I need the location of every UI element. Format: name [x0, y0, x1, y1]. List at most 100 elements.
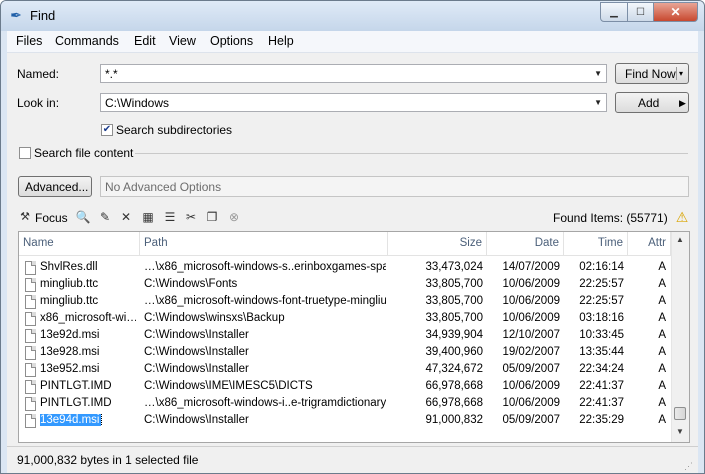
table-row[interactable]: 13e92d.msi C:\Windows\Installer 34,939,904… — [19, 328, 671, 345]
maximize-button[interactable]: ☐ — [628, 2, 654, 22]
find-now-dropdown-icon[interactable]: ▾ — [679, 69, 683, 78]
cut-icon[interactable]: ✂ — [183, 209, 199, 225]
look-in-label: Look in: — [17, 96, 60, 110]
results-list[interactable]: Name Path Size Date Time Attr ShvlRes.dl… — [18, 231, 690, 443]
cell-date: 05/09/2007 — [502, 363, 560, 375]
file-icon — [25, 261, 36, 275]
column-attr[interactable]: Attr — [628, 232, 671, 255]
file-icon — [25, 346, 36, 360]
vertical-scrollbar[interactable]: ▲ ▼ — [671, 232, 689, 442]
status-text: 91,000,832 bytes in 1 selected file — [17, 453, 199, 467]
found-items-count: Found Items: (55771) — [553, 211, 668, 225]
checkmark-icon: ✔ — [102, 124, 112, 135]
cell-path: C:\Windows\Installer — [144, 363, 249, 375]
scroll-up-icon[interactable]: ▲ — [676, 235, 684, 244]
add-button[interactable]: Add ▶ — [615, 92, 689, 113]
status-bar: 91,000,832 bytes in 1 selected file ⋰ — [7, 446, 698, 473]
table-row[interactable]: x86_microsoft-wi… C:\Windows\winsxs\Backu… — [19, 311, 671, 328]
look-in-combo[interactable]: C:\Windows ▼ — [100, 93, 607, 112]
cell-size: 34,939,904 — [425, 329, 483, 341]
menu-edit[interactable]: Edit — [134, 34, 156, 48]
search-file-content-label[interactable]: Search file content — [34, 146, 133, 160]
copy-icon[interactable]: ❐ — [204, 209, 220, 225]
cell-size: 33,805,700 — [425, 312, 483, 324]
named-combo[interactable]: *.* ▼ — [100, 64, 607, 83]
table-row[interactable]: ShvlRes.dll …\x86_microsoft-windows-s..er… — [19, 260, 671, 277]
list-header: Name Path Size Date Time Attr — [19, 232, 671, 256]
results-toolbar: ⚒ Focus 🔍 ✎ ✕ ▦ ☰ ✂ ❐ ⊗ Found Items: (55… — [13, 207, 692, 229]
menu-view[interactable]: View — [169, 34, 196, 48]
cell-date: 05/09/2007 — [502, 414, 560, 426]
file-icon — [25, 380, 36, 394]
cell-time: 22:41:37 — [579, 380, 624, 392]
menu-files[interactable]: Files — [16, 34, 42, 48]
column-date[interactable]: Date — [487, 232, 564, 255]
cell-path: C:\Windows\winsxs\Backup — [144, 312, 285, 324]
advanced-button[interactable]: Advanced... — [18, 176, 92, 197]
table-row[interactable]: mingliub.ttc …\x86_microsoft-windows-font… — [19, 294, 671, 311]
scroll-thumb[interactable] — [674, 407, 686, 420]
cell-date: 10/06/2009 — [502, 312, 560, 324]
edit-icon[interactable]: ✎ — [97, 209, 113, 225]
table-row[interactable]: PINTLGT.IMD …\x86_microsoft-windows-i..e-… — [19, 396, 671, 413]
properties-icon[interactable]: ☰ — [162, 209, 178, 225]
minimize-button[interactable]: ▁ — [600, 2, 628, 22]
named-label: Named: — [17, 67, 60, 81]
cell-size: 66,978,668 — [425, 397, 483, 409]
cell-size: 39,400,960 — [425, 346, 483, 358]
menu-help[interactable]: Help — [268, 34, 294, 48]
table-row[interactable]: 13e952.msi C:\Windows\Installer 47,324,672… — [19, 362, 671, 379]
cell-attr: A — [658, 363, 666, 375]
search-subdirectories-checkbox[interactable]: ✔ — [101, 124, 113, 136]
stop-icon[interactable]: ⊗ — [226, 209, 242, 225]
cell-time: 22:35:29 — [579, 414, 624, 426]
cell-name: 13e92d.msi — [40, 329, 100, 341]
cell-name: mingliub.ttc — [40, 295, 99, 307]
table-row[interactable]: 13e94d.msi C:\Windows\Installer 91,000,832… — [19, 413, 671, 430]
column-path[interactable]: Path — [140, 232, 388, 255]
resize-grip-icon[interactable]: ⋰ — [684, 460, 696, 472]
close-button[interactable]: ✕ — [654, 2, 698, 22]
scroll-down-icon[interactable]: ▼ — [676, 427, 684, 436]
cell-time: 22:34:24 — [579, 363, 624, 375]
cell-time: 22:25:57 — [579, 295, 624, 307]
cell-size: 33,805,700 — [425, 278, 483, 290]
focus-label[interactable]: Focus — [35, 211, 68, 225]
find-window: ✒ Find ▁ ☐ ✕ Files Commands Edit View Op… — [0, 0, 705, 474]
column-name[interactable]: Name — [19, 232, 140, 255]
table-row[interactable]: mingliub.ttc C:\Windows\Fonts 33,805,700 10… — [19, 277, 671, 294]
tools-icon[interactable]: ⚒ — [17, 209, 33, 225]
calculator-icon[interactable]: ▦ — [140, 209, 156, 225]
table-row[interactable]: PINTLGT.IMD C:\Windows\IME\IMESC5\DICTS 66… — [19, 379, 671, 396]
find-now-label: Find Now — [625, 67, 676, 81]
column-size[interactable]: Size — [388, 232, 487, 255]
cell-path: C:\Windows\Fonts — [144, 278, 238, 290]
cell-date: 12/10/2007 — [502, 329, 560, 341]
delete-icon[interactable]: ✕ — [118, 209, 134, 225]
cell-attr: A — [658, 414, 666, 426]
cell-size: 33,805,700 — [425, 295, 483, 307]
chevron-right-icon: ▶ — [679, 98, 686, 108]
cell-attr: A — [658, 329, 666, 341]
search-file-content-checkbox[interactable] — [19, 147, 31, 159]
find-now-button[interactable]: Find Now ▾ — [615, 63, 689, 84]
client-area: Files Commands Edit View Options Help Na… — [7, 31, 698, 473]
menu-commands[interactable]: Commands — [55, 34, 119, 48]
title-bar[interactable]: ✒ Find ▁ ☐ ✕ — [1, 1, 704, 31]
cell-date: 10/06/2009 — [502, 397, 560, 409]
cell-attr: A — [658, 346, 666, 358]
column-time[interactable]: Time — [564, 232, 628, 255]
cell-time: 22:41:37 — [579, 397, 624, 409]
menu-options[interactable]: Options — [210, 34, 253, 48]
chevron-down-icon[interactable]: ▼ — [594, 69, 602, 78]
selected-name: 13e94d.msi — [40, 414, 103, 426]
cell-time: 13:35:44 — [579, 346, 624, 358]
cell-path: C:\Windows\Installer — [144, 346, 249, 358]
search-subdirectories-label[interactable]: Search subdirectories — [116, 123, 232, 137]
table-row[interactable]: 13e928.msi C:\Windows\Installer 39,400,960… — [19, 345, 671, 362]
file-icon — [25, 329, 36, 343]
cell-path: …\x86_microsoft-windows-i..e-trigramdict… — [144, 397, 386, 409]
cell-date: 19/02/2007 — [502, 346, 560, 358]
zoom-icon[interactable]: 🔍 — [75, 209, 91, 225]
chevron-down-icon[interactable]: ▼ — [594, 98, 602, 107]
